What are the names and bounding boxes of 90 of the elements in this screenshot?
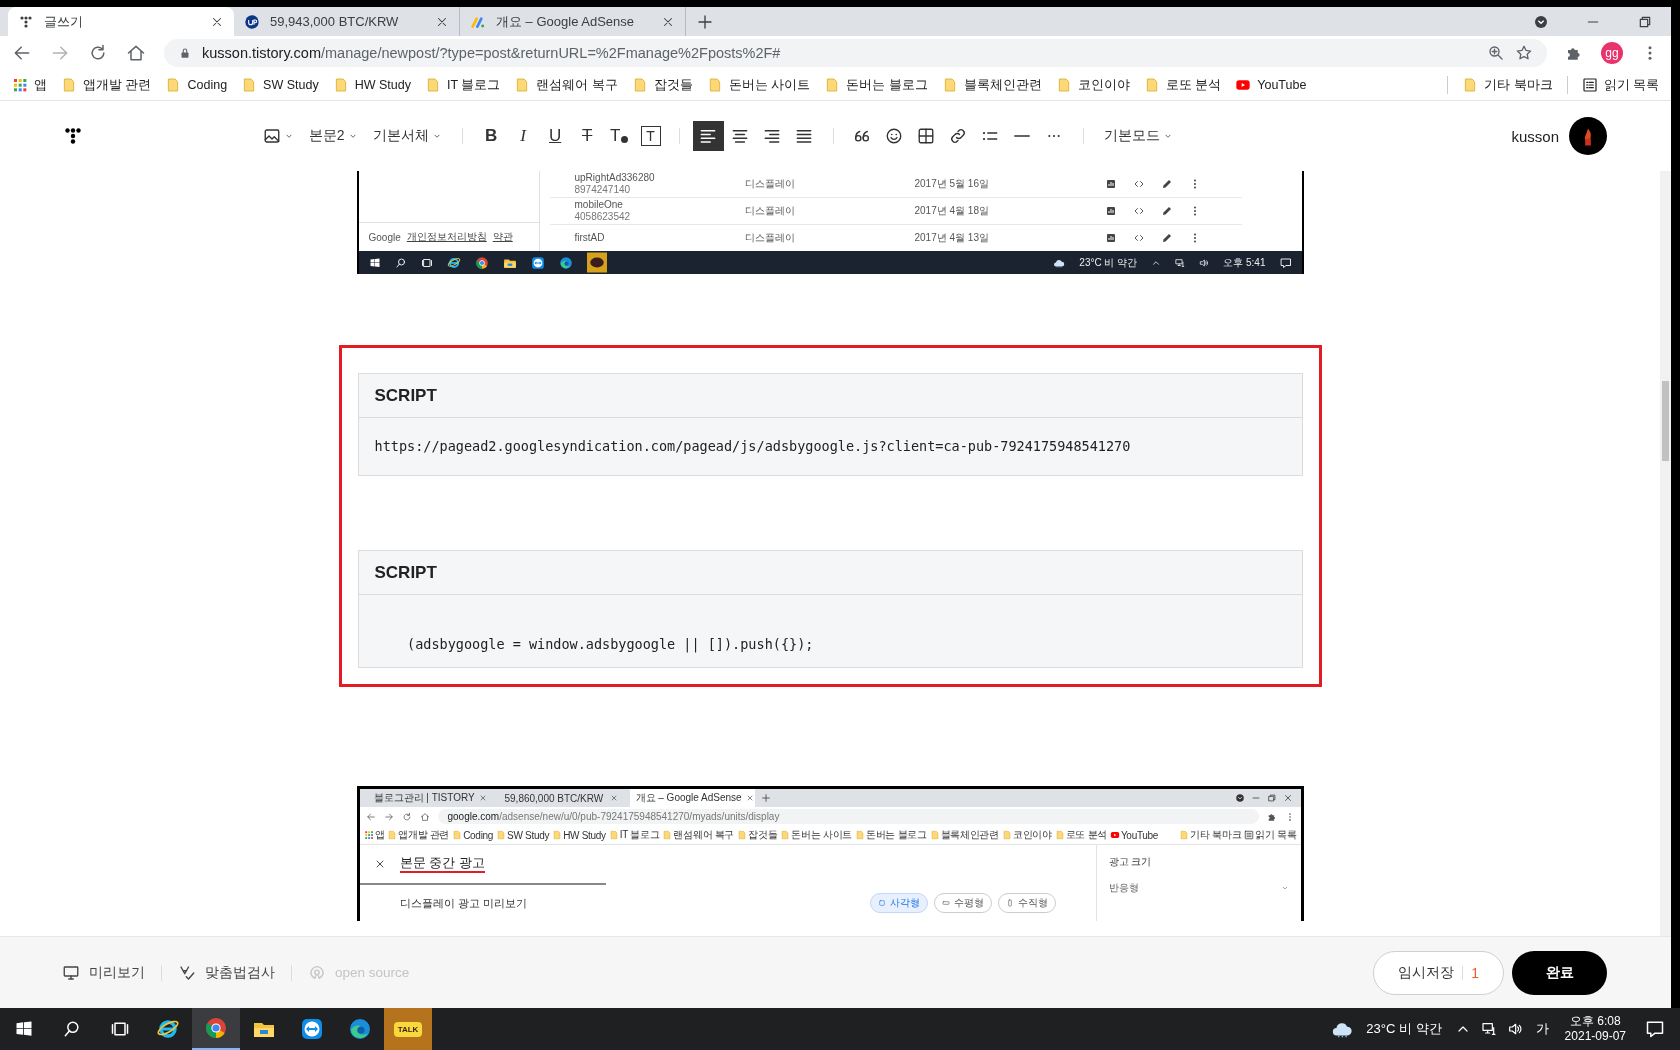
ad-unit-name: firstAD <box>574 232 606 244</box>
bookmark[interactable]: 돈버는 사이트 <box>706 76 811 94</box>
dropdown[interactable]: 본문2 <box>301 121 365 151</box>
browser-tab[interactable]: 개요 – Google AdSense <box>629 789 755 807</box>
bookmark[interactable]: 읽기 목록 <box>1581 76 1659 94</box>
browser-tab[interactable]: 블로그관리 | TISTORY <box>367 789 493 807</box>
address-bar[interactable]: google.com/adsense/new/u/0/pub-7924175948541270/myads/units/display <box>437 809 1259 824</box>
table-cell-text: 디스플레이 <box>744 231 796 245</box>
footer-text: Google <box>368 231 401 243</box>
bookmark[interactable]: IT 블로그 <box>424 76 501 94</box>
weather-text: 23°C 비 약간 <box>1079 255 1138 270</box>
clock-time[interactable]: 오후 6:08 <box>1569 1014 1621 1029</box>
ad-unit-title[interactable]: 본문 중간 광고 <box>399 855 485 873</box>
bookmark[interactable]: 기타 북마크 <box>1462 76 1553 94</box>
bookmark[interactable]: 블록체인관련 <box>941 76 1042 94</box>
bookmark[interactable]: 로또 분석 <box>1143 76 1222 94</box>
bookmark[interactable]: 잡것들 <box>631 76 693 94</box>
table-cell-text: 디스플레이 <box>744 177 796 191</box>
user-name[interactable]: kusson <box>1511 127 1559 145</box>
chat-app-icon[interactable]: TALK <box>384 1008 432 1050</box>
browser-tab[interactable]: 59,943,000 BTC/KRW <box>234 7 460 36</box>
dropdown[interactable]: 기본서체 <box>365 121 449 151</box>
footer-link[interactable]: 약관 <box>492 230 513 244</box>
code-text: (adsbygoogle = window.adsbygoogle || []).push({}); <box>406 636 814 652</box>
size-select[interactable]: 반응형 <box>1108 881 1289 895</box>
table-cell-text: 2017년 4월 13일 <box>914 231 990 245</box>
italic-button[interactable]: I <box>507 121 539 151</box>
profile-avatar[interactable]: gg <box>1601 42 1623 64</box>
url-text: google.com/adsense/new/u/0/pub-7924175948541270/myads/units/display <box>447 811 780 822</box>
underline-button[interactable]: U <box>539 121 571 151</box>
bookmark[interactable]: 코인이야 <box>1055 76 1130 94</box>
bookmark[interactable]: 로또 분석 <box>1054 828 1107 842</box>
code-block-title: SCRIPT <box>374 385 437 406</box>
ad-unit-id: 8974247140 <box>574 184 632 196</box>
bookmark[interactable]: 앱 <box>12 76 47 94</box>
bookmark[interactable]: SW Study <box>496 829 550 841</box>
clock-date[interactable]: 2021-09-07 <box>1564 1029 1626 1044</box>
bookmark[interactable]: 읽기 목록 <box>1244 828 1297 842</box>
bookmark[interactable]: 잡것들 <box>737 828 778 842</box>
bookmark[interactable]: 앱 <box>363 828 385 842</box>
ad-unit-id: 4058623542 <box>574 211 632 223</box>
textbg-button[interactable]: T <box>640 126 661 146</box>
browser-tab[interactable]: 59,860,000 BTC/KRW <box>498 789 624 807</box>
address-bar[interactable]: kusson.tistory.com/manage/newpost/?type=post&returnURL=%2Fmanage%2Fposts%2F# <box>164 39 1547 67</box>
shape-chip[interactable]: 사각형 <box>869 893 928 913</box>
bookmark[interactable]: 돈버는 블로그 <box>854 828 927 842</box>
shape-chip[interactable]: 수평형 <box>933 893 992 913</box>
code-text: https://pagead2.googlesyndication.com/pagead/js/adsbygoogle.js?client=ca-pub-7924175948541270 <box>374 438 1131 454</box>
bookmark[interactable]: IT 블로그 <box>608 828 660 842</box>
table-cell-text: 2017년 5월 16일 <box>914 177 990 191</box>
weather-text[interactable]: 23°C 비 약간 <box>1366 1020 1442 1038</box>
bookmark[interactable]: 랜섬웨어 복구 <box>514 76 618 94</box>
strike-button[interactable]: T <box>571 121 603 151</box>
bold-button[interactable]: B <box>475 121 507 151</box>
textcolor-button[interactable]: T <box>603 121 635 151</box>
table-cell-text: 디스플레이 <box>744 204 796 218</box>
clock-text: 오후 5:41 <box>1223 255 1266 270</box>
ad-unit-name: upRightAd336280 <box>574 172 656 184</box>
bookmark[interactable]: 돈버는 블로그 <box>824 76 928 94</box>
bookmark[interactable]: 앱개발 관련 <box>61 76 152 94</box>
publish-button[interactable]: 완료 <box>1512 950 1607 995</box>
spellcheck-button[interactable]: 맞춤법검사 <box>178 963 275 982</box>
bookmark[interactable]: SW Study <box>241 77 319 93</box>
bookmark[interactable]: 앱개발 관련 <box>387 828 450 842</box>
bookmark[interactable]: 코인이야 <box>1001 828 1052 842</box>
bookmark[interactable]: YouTube <box>1235 77 1307 93</box>
draft-count: 1 <box>1471 964 1479 981</box>
panel-title: 광고 크기 <box>1108 855 1153 869</box>
bookmark[interactable]: 기타 북마크 <box>1179 828 1242 842</box>
bookmark[interactable]: HW Study <box>552 829 606 841</box>
browser-tab[interactable]: 글쓰기 <box>8 7 234 36</box>
url-text: kusson.tistory.com/manage/newpost/?type=post&returnURL=%2Fmanage%2Fposts%2F# <box>202 45 781 61</box>
bookmark[interactable]: Coding <box>165 77 228 93</box>
browser-tab[interactable]: 개요 – Google AdSense <box>460 7 686 36</box>
dropdown[interactable]: 기본모드 <box>1096 121 1180 151</box>
input-method-text[interactable]: 가 <box>1535 1020 1549 1038</box>
draft-save-button[interactable]: 임시저장 1 <box>1373 950 1504 995</box>
ad-unit-name: mobileOne <box>574 199 624 211</box>
section-label: 디스플레이 광고 미리보기 <box>399 895 527 911</box>
table-cell-text: 2017년 4월 18일 <box>914 204 990 218</box>
shape-chip[interactable]: 수직형 <box>997 893 1056 913</box>
bookmark[interactable]: 랜섬웨어 복구 <box>662 828 735 842</box>
bookmark[interactable]: HW Study <box>332 77 411 93</box>
bookmark[interactable]: 블록체인관련 <box>929 828 999 842</box>
bookmark[interactable]: YouTube <box>1109 829 1159 841</box>
code-block-title: SCRIPT <box>374 562 437 583</box>
bookmark[interactable]: Coding <box>452 829 494 841</box>
bookmark[interactable]: 돈버는 사이트 <box>780 828 852 842</box>
footer-link[interactable]: 개인정보처리방침 <box>406 230 487 244</box>
preview-button[interactable]: 미리보기 <box>62 963 145 982</box>
